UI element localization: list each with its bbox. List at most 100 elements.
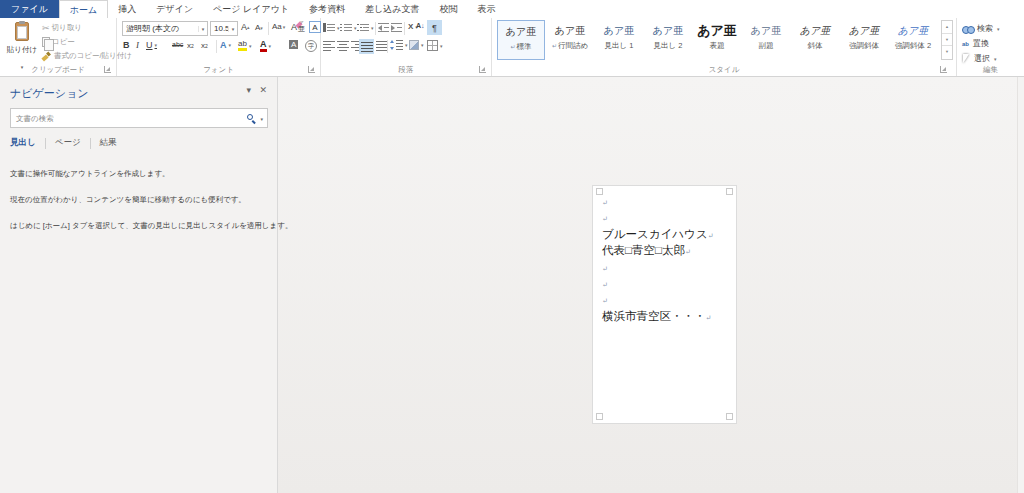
page-text[interactable]: ブルースカイハウス 代表□青空□太郎 横浜市青空区・・・ [602,193,714,324]
show-hide-marks-button[interactable]: ¶ [427,20,442,35]
navigation-pane-menu-icon[interactable]: ▾ [246,85,251,95]
style-intense-emphasis[interactable]: あア亜 強調斜体 2 [889,20,937,60]
search-icon[interactable] [247,114,253,120]
line-spacing-button[interactable] [390,40,408,50]
change-case-button[interactable]: Aa [272,22,285,31]
tab-design[interactable]: デザイン [146,0,203,18]
increase-indent-button[interactable] [391,23,402,32]
tab-home[interactable]: ホーム [59,0,108,18]
text-effects-button[interactable]: A [220,40,231,50]
tab-mailings[interactable]: 差し込み文書 [355,0,429,18]
numbering-button[interactable] [340,23,357,32]
style-scroll-down-icon[interactable]: ▼ [942,34,952,47]
underline-button[interactable]: U [146,40,157,50]
document-area[interactable]: ブルースカイハウス 代表□青空□太郎 横浜市青空区・・・ [279,77,1024,493]
style-normal[interactable]: あア亜 標準 [497,20,545,60]
document-page[interactable]: ブルースカイハウス 代表□青空□太郎 横浜市青空区・・・ [592,185,737,424]
style-gallery-scroll[interactable]: ▲ ▼ ▼ [941,20,953,60]
word-window: ファイル ホーム 挿入 デザイン ページ レイアウト 参考資料 差し込み文書 校… [0,0,1024,493]
copy-button[interactable]: コピー [42,37,75,47]
shading-button[interactable] [409,40,424,50]
find-icon [962,25,973,33]
character-shading-button[interactable]: A [289,40,298,49]
find-button[interactable]: 検索 [962,23,1000,34]
pilcrow-mark [708,228,714,240]
clear-formatting-button[interactable]: A [291,22,297,32]
phonetic-guide-button[interactable]: ア亜 [298,21,305,32]
justify-button[interactable] [359,39,374,54]
borders-button[interactable] [427,40,443,51]
style-scroll-up-icon[interactable]: ▲ [942,21,952,34]
replace-button[interactable]: ab 置換 [962,38,989,49]
select-button[interactable]: 選択 [962,53,997,64]
tab-file[interactable]: ファイル [0,0,59,18]
multilevel-list-button[interactable] [357,23,374,32]
nav-tab-headings[interactable]: 見出し [10,137,36,149]
subscript-button[interactable]: x2 [187,41,194,50]
tab-insert[interactable]: 挿入 [108,0,146,18]
navigation-pane-close-icon[interactable]: ✕ [259,85,267,95]
format-painter-icon [42,51,52,61]
bold-button[interactable]: B [123,40,130,50]
style-heading1[interactable]: あア亜 見出し 1 [595,20,643,60]
strikethrough-button[interactable]: abc [172,41,183,48]
document-search-input[interactable]: 文書の検索 ▾ [10,108,268,128]
style-subtle-emphasis[interactable]: あア亜 斜体 [791,20,839,60]
bullets-button[interactable] [323,23,340,32]
decrease-indent-button[interactable] [378,23,389,32]
borders-icon [427,40,438,51]
style-emphasis[interactable]: あア亜 強調斜体 [840,20,888,60]
styles-dialog-launcher[interactable] [940,66,947,73]
style-no-spacing[interactable]: あア亜 行間詰め [546,20,594,60]
italic-button[interactable]: I [136,40,139,50]
pilcrow-mark [685,244,691,256]
numbering-icon [340,23,352,32]
nav-description-line: はじめに [ホーム] タブを選択して、文書の見出しに見出しスタイルを適用します。 [10,221,292,231]
tab-page-layout[interactable]: ページ レイアウト [203,0,299,18]
nav-tab-pages[interactable]: ページ [55,137,81,149]
crop-mark-icon [726,188,733,195]
cut-button[interactable]: ✂ 切り取り [42,23,82,33]
font-dialog-launcher[interactable] [308,66,315,73]
font-size-dropdown-icon: ▾ [228,26,237,32]
grow-font-button[interactable]: A▴ [241,22,250,32]
clipboard-dialog-launcher[interactable] [104,66,111,73]
tab-references[interactable]: 参考資料 [299,0,355,18]
style-gallery-more-icon[interactable]: ▼ [942,46,952,59]
pilcrow-mark [602,261,608,273]
navigation-tabs: 見出し ページ 結果 [10,137,117,149]
pilcrow-mark [602,277,608,289]
bullets-icon [323,23,335,32]
font-name-dropdown-icon: ▾ [198,26,207,32]
nav-tab-results[interactable]: 結果 [100,137,117,149]
group-paragraph: X A ¶ 段落 [321,18,492,76]
nav-description-line: 文書に操作可能なアウトラインを作成します。 [10,169,170,179]
sort-button[interactable]: A [416,22,425,29]
navigation-pane: ナビゲーション ▾ ✕ 文書の検索 ▾ 見出し ページ 結果 文書に操作可能なア… [0,77,278,493]
font-color-button[interactable]: A [260,40,271,52]
style-title[interactable]: あア亜 表題 [693,20,741,60]
group-font: 游明朝 (本文の ▾ 10.5 ▾ A▴ A▾ Aa A ア亜 A B I U … [117,18,321,76]
search-dropdown-icon[interactable]: ▾ [260,116,263,122]
superscript-button[interactable]: x2 [201,41,208,50]
align-center-button[interactable] [337,41,349,51]
copy-icon [42,37,50,47]
font-name-combo[interactable]: 游明朝 (本文の ▾ [122,21,208,36]
enclose-characters-button[interactable]: 字 [305,40,317,52]
tab-review[interactable]: 校閲 [430,0,468,18]
shading-icon [409,40,419,50]
pilcrow-mark [602,211,608,223]
font-size-combo[interactable]: 10.5 ▾ [210,21,238,36]
workspace: ナビゲーション ▾ ✕ 文書の検索 ▾ 見出し ページ 結果 文書に操作可能なア… [0,77,1024,493]
justify-icon [361,42,373,52]
character-border-button[interactable]: A [309,21,321,33]
shrink-font-button[interactable]: A▾ [255,23,263,32]
tab-view[interactable]: 表示 [468,0,506,18]
vertical-scrollbar[interactable] [1017,77,1024,493]
highlight-color-button[interactable]: ab [238,40,251,51]
align-left-button[interactable] [323,41,335,51]
style-heading2[interactable]: あア亜 見出し 2 [644,20,692,60]
align-center-icon [337,41,349,51]
paragraph-dialog-launcher[interactable] [479,66,486,73]
style-subtitle[interactable]: あア亜 副題 [742,20,790,60]
